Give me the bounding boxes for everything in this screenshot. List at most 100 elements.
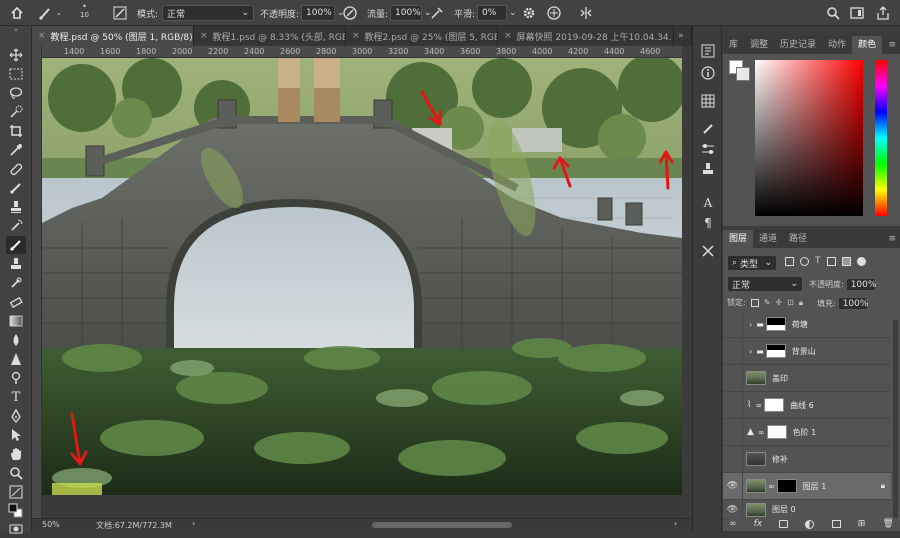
smart-filter-icon[interactable]	[841, 257, 851, 266]
eraser-tool-icon[interactable]	[6, 293, 26, 311]
lasso-tool-icon[interactable]	[6, 84, 26, 102]
new-adjustment-icon[interactable]	[805, 519, 815, 529]
share-icon[interactable]	[876, 4, 890, 22]
shape-filter-icon[interactable]	[826, 257, 836, 266]
close-icon[interactable]: ×	[352, 31, 360, 41]
filter-toggle-icon[interactable]	[856, 257, 866, 266]
brush-tool-icon[interactable]	[6, 179, 26, 197]
grid-panel-icon[interactable]	[699, 92, 717, 110]
tab-actions[interactable]: 动作	[822, 36, 852, 54]
horizontal-scrollbar[interactable]	[372, 522, 512, 528]
tab-document-1[interactable]: × 教程1.psd @ 8.33% (头部, RGB...	[194, 26, 346, 46]
tab-layers[interactable]: 图层	[723, 230, 754, 248]
chevron-right-icon[interactable]: ›	[749, 320, 752, 329]
fill-input[interactable]: 100%	[837, 297, 868, 310]
type-tool-icon[interactable]: T	[6, 388, 26, 406]
layer-row[interactable]: › ▬ 荷塘	[723, 310, 891, 338]
crop-tool-icon[interactable]	[6, 122, 26, 140]
quick-mask-icon[interactable]	[6, 520, 26, 538]
tab-color[interactable]: 颜色	[852, 36, 883, 54]
gradient-tool-icon[interactable]	[6, 312, 26, 330]
sharpen-tool-icon[interactable]	[6, 350, 26, 368]
chevron-right-icon[interactable]: ›	[749, 347, 752, 356]
pen-tool-icon[interactable]	[6, 407, 26, 425]
layer-mask-thumbnail[interactable]	[766, 425, 787, 439]
mode-select[interactable]: 正常 ⌄	[162, 5, 255, 21]
new-layer-icon[interactable]: ⊞	[858, 519, 866, 529]
zoom-level[interactable]: 50%	[42, 520, 60, 529]
tab-history[interactable]: 历史记录	[774, 36, 822, 54]
chevron-right-icon[interactable]: ›	[192, 519, 195, 528]
new-group-icon[interactable]	[831, 520, 841, 528]
tabs-overflow-button[interactable]: »	[674, 26, 692, 46]
close-icon[interactable]: ×	[200, 31, 208, 41]
lock-position-icon[interactable]: ✛	[775, 298, 782, 307]
stamp-tool-icon[interactable]	[6, 255, 26, 273]
opacity-input[interactable]: 100%	[301, 5, 336, 21]
lock-all-icon[interactable]: 🔒︎	[799, 298, 803, 308]
brush-settings-icon[interactable]	[113, 4, 127, 22]
history-brush-tool-icon[interactable]	[6, 217, 26, 235]
tab-adjustments[interactable]: 调整	[744, 36, 774, 54]
clone-stamp-tool-icon[interactable]	[6, 198, 26, 216]
lock-pixels-icon[interactable]: ✎	[764, 298, 771, 307]
scroll-right-icon[interactable]: ›	[674, 519, 677, 528]
layer-mask-thumbnail[interactable]	[765, 344, 786, 358]
blur-tool-icon[interactable]	[6, 331, 26, 349]
type-filter-icon[interactable]: T	[815, 257, 821, 266]
panel-menu-icon[interactable]: ≡	[884, 230, 900, 248]
layer-opacity-input[interactable]: 100%	[845, 278, 876, 291]
layer-row[interactable]: ⌇ ∞ 曲线 6	[723, 391, 891, 419]
info-icon[interactable]	[699, 64, 717, 82]
brush-tool-selected-icon[interactable]	[6, 236, 26, 254]
healing-brush-tool-icon[interactable]	[6, 160, 26, 178]
move-tool-icon[interactable]	[6, 46, 26, 64]
visibility-toggle[interactable]	[723, 418, 743, 446]
visibility-toggle[interactable]	[723, 445, 743, 473]
stamp-panel-icon[interactable]	[699, 160, 717, 178]
gear-icon[interactable]	[522, 4, 536, 22]
eyedropper-tool-icon[interactable]	[6, 141, 26, 159]
layer-filter-select[interactable]: ⌕ 类型 ⌄	[727, 255, 777, 271]
image-canvas[interactable]	[42, 58, 682, 495]
layer-row[interactable]: 盖印	[723, 364, 891, 392]
panel-menu-icon[interactable]: ≡	[884, 36, 900, 54]
pixel-filter-icon[interactable]	[785, 257, 794, 266]
close-icon[interactable]: ×	[38, 31, 46, 41]
background-color-swatch[interactable]	[736, 67, 750, 81]
layer-mask-thumbnail[interactable]	[765, 317, 786, 331]
quick-select-tool-icon[interactable]	[6, 103, 26, 121]
smoothing-input[interactable]: 0%	[477, 5, 508, 21]
lock-transparency-icon[interactable]	[750, 298, 759, 307]
fx-icon[interactable]: fx	[754, 519, 763, 529]
pressure-opacity-icon[interactable]	[342, 4, 358, 22]
pressure-size-icon[interactable]	[546, 4, 562, 22]
symmetry-icon[interactable]	[578, 4, 594, 22]
eye-icon[interactable]: 👁︎	[723, 472, 743, 500]
visibility-toggle[interactable]	[723, 391, 743, 419]
workspace-icon[interactable]	[850, 4, 864, 22]
airbrush-icon[interactable]	[429, 4, 445, 22]
lock-artboard-icon[interactable]: ⊡	[787, 298, 794, 307]
visibility-toggle[interactable]	[723, 364, 743, 392]
color-picker-field[interactable]	[755, 60, 863, 216]
hue-slider[interactable]	[875, 60, 887, 216]
chevron-down-icon[interactable]: ⌄	[509, 8, 517, 18]
edit-toolbar-icon[interactable]	[6, 483, 26, 501]
layer-row-selected[interactable]: 👁︎ ∞ 图层 1 🔒︎	[723, 472, 891, 500]
dodge-tool-icon[interactable]	[6, 369, 26, 387]
hand-tool-icon[interactable]	[6, 445, 26, 463]
info-panel-icon[interactable]	[699, 42, 717, 60]
link-layers-icon[interactable]: ∞	[729, 519, 737, 529]
close-icon[interactable]: ×	[504, 31, 512, 41]
layer-mask-thumbnail[interactable]	[764, 398, 785, 412]
layer-row[interactable]: › ▬ 背景山	[723, 337, 891, 365]
tab-channels[interactable]: 通道	[753, 230, 783, 248]
paragraph-panel-icon[interactable]: ¶	[699, 214, 717, 232]
trash-icon[interactable]: 🗑︎	[882, 519, 893, 529]
adjustment-filter-icon[interactable]	[800, 257, 809, 266]
brush-settings-panel-icon[interactable]	[699, 140, 717, 158]
tab-document-0[interactable]: × 教程.psd @ 50% (图层 1, RGB/8) *	[32, 26, 194, 46]
history-brush-icon[interactable]	[6, 274, 26, 292]
blend-mode-select[interactable]: 正常 ⌄	[727, 276, 803, 292]
